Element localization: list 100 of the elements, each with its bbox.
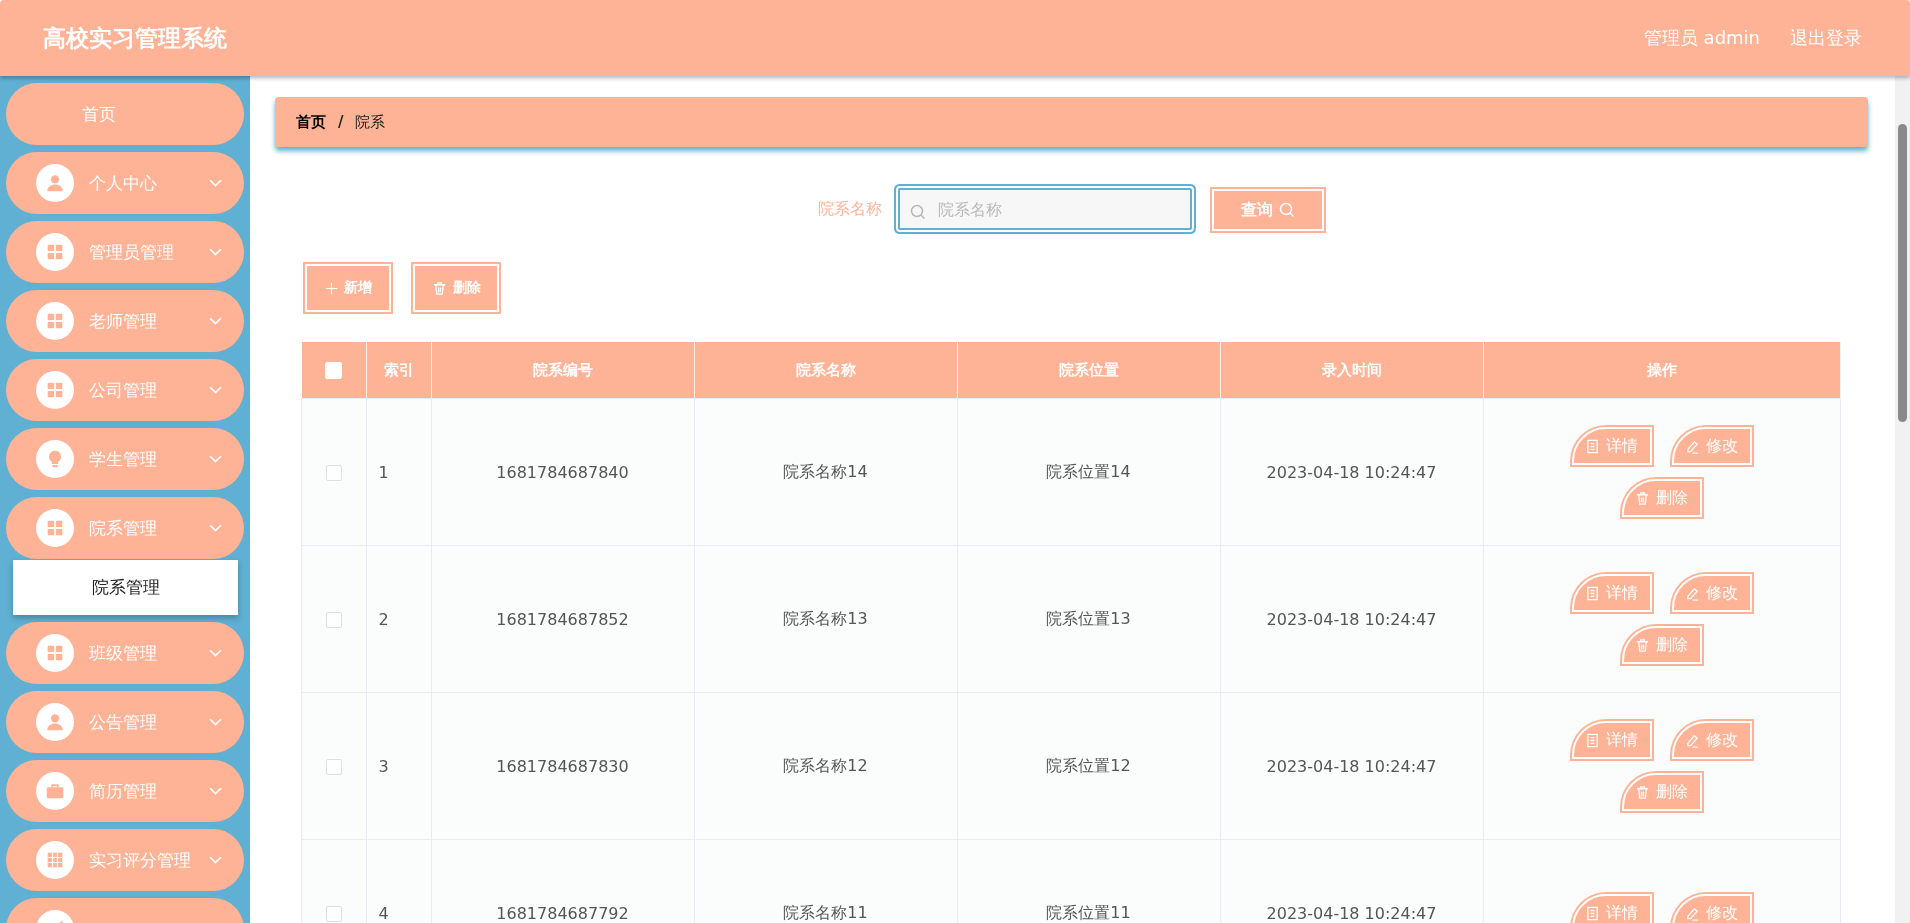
table-cell: 3 bbox=[366, 692, 431, 840]
checkbox[interactable] bbox=[325, 465, 342, 481]
table-cell: 2023-04-18 10:24:47 bbox=[1220, 839, 1483, 923]
document-icon bbox=[1585, 732, 1601, 748]
search-button[interactable]: 查询 bbox=[1212, 189, 1324, 231]
table-cell: 院系位置12 bbox=[957, 692, 1220, 840]
breadcrumb-item: 院系 bbox=[355, 112, 386, 132]
chevron-icon bbox=[209, 178, 222, 188]
menu-item[interactable]: 个人中心 bbox=[6, 152, 244, 214]
breadcrumb-separator: / bbox=[338, 113, 344, 131]
search-field[interactable]: 院系名称 bbox=[898, 188, 1192, 230]
row-action-button[interactable]: 删除 bbox=[1621, 479, 1702, 517]
chevron-icon bbox=[209, 648, 222, 658]
table-cell: 2 bbox=[366, 545, 431, 693]
menu-label: 公司管理 bbox=[89, 378, 158, 402]
column-header: 录入时间 bbox=[1220, 342, 1483, 399]
column-header: 操作 bbox=[1483, 342, 1841, 399]
pencil-icon bbox=[1685, 438, 1701, 454]
table-cell: 院系位置13 bbox=[957, 545, 1220, 693]
chevron-icon bbox=[209, 247, 222, 257]
menu-label: 班级管理 bbox=[89, 641, 158, 665]
menu-item[interactable]: 实习评分管理 bbox=[6, 829, 244, 891]
pencil-icon bbox=[1685, 585, 1701, 601]
person-icon bbox=[36, 164, 74, 202]
table-cell: 1681784687830 bbox=[431, 692, 694, 840]
table-cell: 院系名称11 bbox=[694, 839, 957, 923]
row-action-button[interactable]: 修改 bbox=[1671, 427, 1752, 465]
menu-label: 管理员管理 bbox=[89, 240, 175, 264]
menu-label: 学生管理 bbox=[89, 447, 158, 471]
checkbox[interactable] bbox=[325, 759, 342, 775]
grid-icon bbox=[36, 509, 74, 547]
menu-label: 公告管理 bbox=[89, 710, 158, 734]
menu-item[interactable]: 公司管理 bbox=[6, 359, 244, 421]
document-icon bbox=[1585, 585, 1601, 601]
menu-item[interactable]: 学生管理 bbox=[6, 428, 244, 490]
menu-item[interactable]: 院系管理 bbox=[6, 497, 244, 559]
table-cell: 2023-04-18 10:24:47 bbox=[1220, 545, 1483, 693]
chevron-icon bbox=[209, 786, 222, 796]
menu-item[interactable]: 老师管理 bbox=[6, 290, 244, 352]
scrollbar[interactable] bbox=[1895, 76, 1910, 923]
submenu-item[interactable]: 院系管理 bbox=[13, 560, 238, 615]
table-cell: 1681784687792 bbox=[431, 839, 694, 923]
add-button[interactable]: 新增 bbox=[305, 264, 391, 312]
grid-icon bbox=[36, 302, 74, 340]
table-cell: 2023-04-18 10:24:47 bbox=[1220, 398, 1483, 546]
row-action-button[interactable]: 详情 bbox=[1571, 574, 1652, 612]
menu-item[interactable]: 公告管理 bbox=[6, 691, 244, 753]
row-action-button[interactable]: 详情 bbox=[1571, 427, 1652, 465]
menu-item[interactable]: 简历管理 bbox=[6, 760, 244, 822]
lightbulb-icon bbox=[36, 440, 74, 478]
trash-icon bbox=[1635, 490, 1651, 506]
delete-button[interactable]: 删除 bbox=[413, 264, 499, 312]
row-action-button[interactable]: 删除 bbox=[1621, 773, 1702, 811]
row-action-button[interactable]: 修改 bbox=[1671, 894, 1752, 923]
grid-icon bbox=[36, 841, 74, 879]
menu-label: 个人中心 bbox=[89, 171, 158, 195]
chevron-icon bbox=[209, 385, 222, 395]
menu-item[interactable]: 管理员管理 bbox=[6, 221, 244, 283]
user-label: 管理员 admin bbox=[1643, 26, 1760, 50]
app-title: 高校实习管理系统 bbox=[43, 23, 228, 53]
table-cell: 4 bbox=[366, 839, 431, 923]
search-icon bbox=[910, 204, 926, 220]
row-action-button[interactable]: 修改 bbox=[1671, 574, 1752, 612]
menu-label: 实习评分管理 bbox=[89, 848, 192, 872]
search-icon bbox=[1279, 202, 1295, 218]
scrollbar-thumb[interactable] bbox=[1898, 124, 1907, 422]
chevron-icon bbox=[209, 855, 222, 865]
menu-item[interactable]: 首页 bbox=[6, 83, 244, 145]
table-cell: 院系位置14 bbox=[957, 398, 1220, 546]
grid-icon bbox=[36, 371, 74, 409]
grid-icon bbox=[36, 634, 74, 672]
table-cell: 院系名称12 bbox=[694, 692, 957, 840]
table-cell: 2023-04-18 10:24:47 bbox=[1220, 692, 1483, 840]
checkbox[interactable] bbox=[325, 612, 342, 628]
row-action-button[interactable]: 删除 bbox=[1621, 626, 1702, 664]
logout-link[interactable]: 退出登录 bbox=[1790, 26, 1862, 50]
table-cell: 1681784687852 bbox=[431, 545, 694, 693]
column-header: 院系位置 bbox=[957, 342, 1220, 399]
chevron-icon bbox=[209, 717, 222, 727]
menu-label: 简历管理 bbox=[89, 779, 158, 803]
row-action-button[interactable]: 详情 bbox=[1571, 894, 1652, 923]
table-cell: 1681784687840 bbox=[431, 398, 694, 546]
table-cell: 院系名称14 bbox=[694, 398, 957, 546]
menu-label: 老师管理 bbox=[89, 309, 158, 333]
trash-icon bbox=[1635, 637, 1651, 653]
breadcrumb-item[interactable]: 首页 bbox=[296, 112, 326, 132]
person-icon bbox=[36, 703, 74, 741]
table-cell: 1 bbox=[366, 398, 431, 546]
row-action-button[interactable]: 详情 bbox=[1571, 721, 1652, 759]
pencil-icon bbox=[1685, 732, 1701, 748]
briefcase-icon bbox=[36, 772, 74, 810]
chevron-icon bbox=[209, 523, 222, 533]
menu-item[interactable]: 班级管理 bbox=[6, 622, 244, 684]
checkbox[interactable] bbox=[325, 906, 342, 922]
table-cell: 院系位置11 bbox=[957, 839, 1220, 923]
document-icon bbox=[1585, 905, 1601, 921]
chevron-icon bbox=[209, 316, 222, 326]
trash-icon bbox=[431, 280, 447, 296]
document-icon bbox=[1585, 438, 1601, 454]
row-action-button[interactable]: 修改 bbox=[1671, 721, 1752, 759]
